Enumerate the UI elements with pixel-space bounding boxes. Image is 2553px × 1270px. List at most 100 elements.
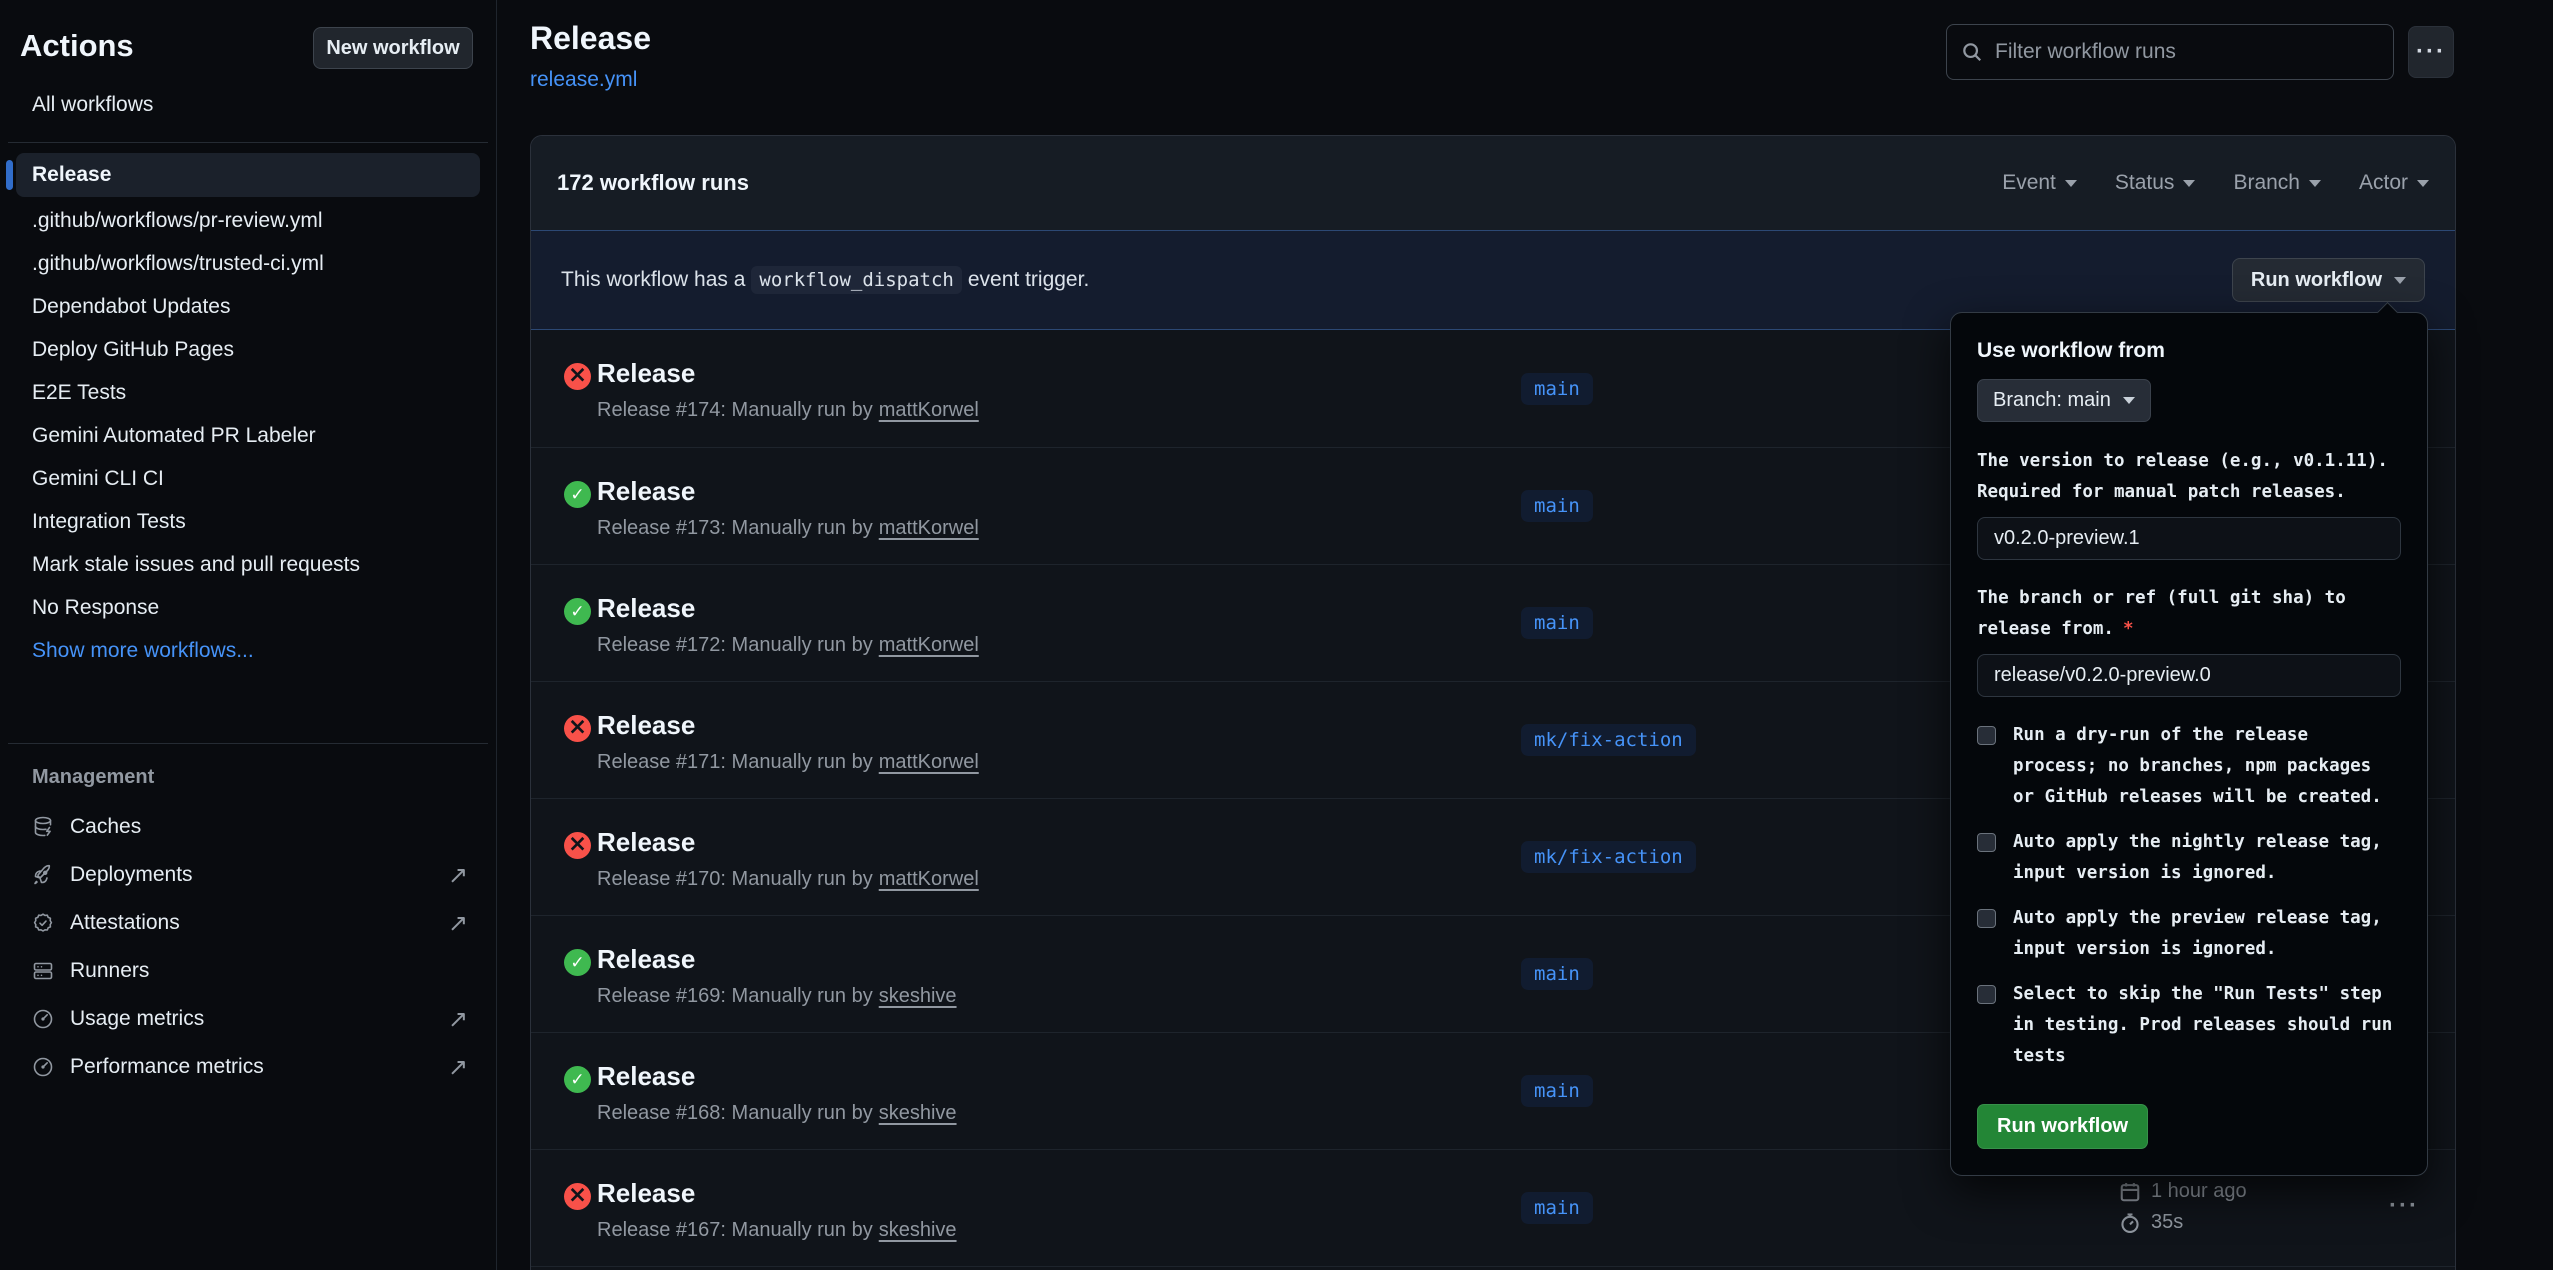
run-status-icon [564, 949, 591, 976]
sidebar-item-workflow[interactable]: .github/workflows/trusted-ci.yml [0, 242, 496, 285]
run-status-icon [564, 481, 591, 508]
checkbox[interactable] [1977, 985, 1996, 1004]
page-title: Actions [20, 28, 134, 64]
run-title-link[interactable]: Release [597, 476, 979, 507]
sidebar-item-usage-metrics[interactable]: Usage metrics ↗ [0, 995, 496, 1043]
run-status-icon [564, 1066, 591, 1093]
run-description: Release #168: Manually run by [597, 1102, 873, 1125]
sidebar-item-attestations[interactable]: Attestations ↗ [0, 899, 496, 947]
preview-tag-checkbox-row[interactable]: Auto apply the preview release tag, inpu… [1977, 903, 2401, 965]
sidebar-item-workflow[interactable]: Mark stale issues and pull requests [0, 543, 496, 586]
workflow-options-kebab-button[interactable]: ··· [2408, 26, 2454, 78]
external-link-icon: ↗ [448, 909, 468, 937]
filter-actor[interactable]: Actor [2359, 171, 2429, 195]
show-more-workflows-link[interactable]: Show more workflows... [0, 629, 496, 672]
workflow-file-link[interactable]: release.yml [530, 68, 637, 92]
row-divider [531, 1266, 2455, 1267]
rocket-icon [30, 862, 56, 888]
checkbox[interactable] [1977, 726, 1996, 745]
run-description: Release #174: Manually run by [597, 399, 873, 422]
sidebar: Actions New workflow All workflows Relea… [0, 0, 497, 1270]
run-workflow-dropdown-button[interactable]: Run workflow [2232, 258, 2425, 302]
sidebar-item-release[interactable]: Release [16, 153, 480, 197]
run-options-kebab-button[interactable]: ··· [2389, 1192, 2419, 1220]
runs-filters: Event Status Branch Actor [2002, 171, 2429, 195]
external-link-icon: ↗ [448, 1053, 468, 1081]
run-actor-link[interactable]: skeshive [879, 1102, 957, 1125]
meter-icon [30, 1054, 56, 1080]
run-actor-link[interactable]: skeshive [879, 1219, 957, 1242]
filter-status[interactable]: Status [2115, 171, 2196, 195]
run-title-link[interactable]: Release [597, 1178, 957, 1209]
calendar-icon [2119, 1181, 2141, 1203]
chevron-down-icon [2309, 180, 2321, 187]
chevron-down-icon [2123, 397, 2135, 404]
sidebar-item-performance-metrics[interactable]: Performance metrics ↗ [0, 1043, 496, 1091]
run-title-link[interactable]: Release [597, 944, 957, 975]
run-description: Release #171: Manually run by [597, 751, 873, 774]
run-workflow-submit-button[interactable]: Run workflow [1977, 1104, 2148, 1149]
skip-tests-checkbox-row[interactable]: Select to skip the "Run Tests" step in t… [1977, 979, 2401, 1072]
branch-pill[interactable]: mk/fix-action [1521, 724, 1696, 756]
run-description: Release #167: Manually run by [597, 1219, 873, 1242]
sidebar-item-workflow[interactable]: No Response [0, 586, 496, 629]
workflow-list: Release .github/workflows/pr-review.yml … [0, 153, 496, 672]
sidebar-item-workflow[interactable]: Integration Tests [0, 500, 496, 543]
filter-workflow-runs-input[interactable] [1946, 24, 2394, 80]
branch-pill[interactable]: main [1521, 490, 1593, 522]
branch-pill[interactable]: main [1521, 958, 1593, 990]
ref-input[interactable] [1977, 654, 2401, 697]
management-section-header: Management [32, 766, 154, 789]
filter-event[interactable]: Event [2002, 171, 2077, 195]
sidebar-item-workflow[interactable]: Gemini Automated PR Labeler [0, 414, 496, 457]
run-description: Release #170: Manually run by [597, 868, 873, 891]
meter-icon [30, 1006, 56, 1032]
search-icon [1961, 41, 1983, 63]
sidebar-item-workflow[interactable]: E2E Tests [0, 371, 496, 414]
dry-run-checkbox-row[interactable]: Run a dry-run of the release process; no… [1977, 720, 2401, 813]
checkbox[interactable] [1977, 909, 1996, 928]
sidebar-item-deployments[interactable]: Deployments ↗ [0, 851, 496, 899]
run-title-link[interactable]: Release [597, 827, 979, 858]
run-workflow-dropdown-panel: Use workflow from Branch: main The versi… [1950, 312, 2428, 1176]
sidebar-item-workflow[interactable]: .github/workflows/pr-review.yml [0, 199, 496, 242]
sidebar-item-runners[interactable]: Runners [0, 947, 496, 995]
run-actor-link[interactable]: skeshive [879, 985, 957, 1008]
branch-pill[interactable]: main [1521, 373, 1593, 405]
runs-count: 172 workflow runs [557, 170, 749, 196]
ref-input-description: The branch or ref (full git sha) to rele… [1977, 583, 2401, 645]
runs-header: 172 workflow runs Event Status Branch Ac… [531, 136, 2455, 230]
run-actor-link[interactable]: mattKorwel [879, 868, 979, 891]
run-title-link[interactable]: Release [597, 358, 979, 389]
run-actor-link[interactable]: mattKorwel [879, 517, 979, 540]
sidebar-item-all-workflows[interactable]: All workflows [32, 93, 153, 117]
dropdown-title: Use workflow from [1977, 339, 2401, 363]
sidebar-item-caches[interactable]: Caches [0, 803, 496, 851]
run-actor-link[interactable]: mattKorwel [879, 751, 979, 774]
sidebar-divider [8, 743, 488, 744]
search-input[interactable] [1995, 40, 2379, 64]
sidebar-item-workflow[interactable]: Dependabot Updates [0, 285, 496, 328]
branch-pill[interactable]: main [1521, 1192, 1593, 1224]
checkbox[interactable] [1977, 833, 1996, 852]
branch-pill[interactable]: mk/fix-action [1521, 841, 1696, 873]
branch-select-button[interactable]: Branch: main [1977, 379, 2151, 422]
run-title-link[interactable]: Release [597, 1061, 957, 1092]
actions-page: Actions New workflow All workflows Relea… [0, 0, 2553, 1270]
branch-pill[interactable]: main [1521, 607, 1593, 639]
nightly-tag-checkbox-row[interactable]: Auto apply the nightly release tag, inpu… [1977, 827, 2401, 889]
server-icon [30, 958, 56, 984]
run-status-icon [564, 715, 591, 742]
sidebar-item-workflow[interactable]: Gemini CLI CI [0, 457, 496, 500]
branch-pill[interactable]: main [1521, 1075, 1593, 1107]
run-actor-link[interactable]: mattKorwel [879, 634, 979, 657]
version-input[interactable] [1977, 517, 2401, 560]
management-list: Caches Deployments ↗ Attestations ↗ [0, 803, 496, 1091]
run-title-link[interactable]: Release [597, 710, 979, 741]
new-workflow-button[interactable]: New workflow [313, 27, 473, 69]
run-actor-link[interactable]: mattKorwel [879, 399, 979, 422]
required-asterisk: * [2123, 619, 2134, 639]
filter-branch[interactable]: Branch [2233, 171, 2321, 195]
sidebar-item-workflow[interactable]: Deploy GitHub Pages [0, 328, 496, 371]
run-title-link[interactable]: Release [597, 593, 979, 624]
